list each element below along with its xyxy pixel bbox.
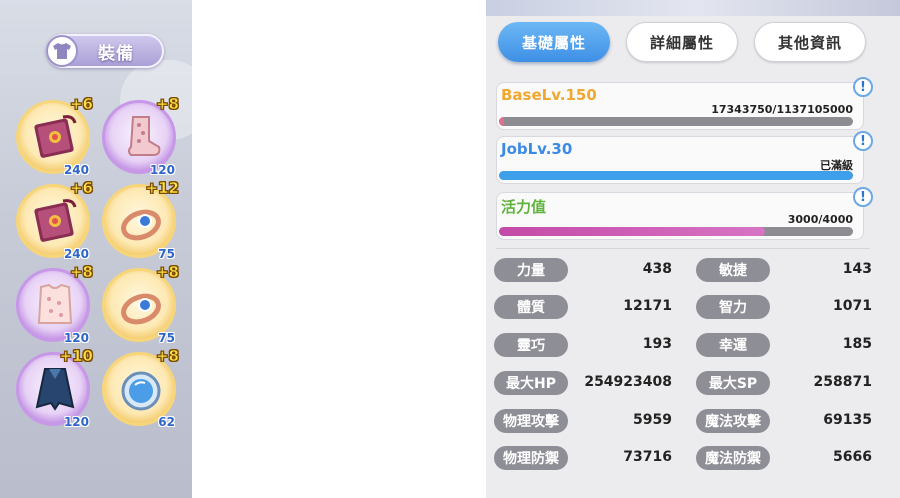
boot-icon [128,116,161,156]
equip-slot-4[interactable]: +12 75 [102,179,179,261]
job-level-title: JobLv.30 [501,140,573,158]
equip-slot-8[interactable]: +8 62 [102,347,179,429]
stat-value-int: 1071 [833,298,872,314]
character-screen: 裝備 +6 240 +8 120 +6 240 +12 75 +8 120 +8… [0,0,900,498]
item-level: 240 [63,163,89,177]
refine-level: +6 [69,179,94,198]
job-level-card: JobLv.30 已滿級 ! [496,131,873,184]
mirror-icon [121,371,161,411]
info-icon[interactable]: ! [853,77,873,97]
refine-level: +8 [69,263,94,282]
stat-label-magic-defense: 魔法防禦 [696,446,770,470]
book-icon [34,115,77,158]
tab-other-info[interactable]: 其他資訊 [754,22,866,62]
equipment-panel: 裝備 +6 240 +8 120 +6 240 +12 75 +8 120 +8… [0,0,192,498]
stat-value-dex: 193 [642,336,672,352]
refine-level: +8 [155,263,180,282]
vitality-bar [499,227,853,236]
stat-label-max-sp: 最大SP [696,371,770,395]
base-level-title: BaseLv.150 [501,86,597,104]
stat-row: 靈巧 193 幸運 185 [494,331,874,359]
stat-row: 體質 12171 智力 1071 [494,293,874,321]
stat-row: 最大HP 254923408 最大SP 258871 [494,369,874,397]
tab-basic-attributes[interactable]: 基礎屬性 [498,22,610,62]
stat-value-physical-defense: 73716 [623,449,672,465]
equipment-button-label: 裝備 [98,43,134,64]
item-level: 75 [158,331,175,345]
stat-value-str: 438 [642,261,672,277]
stat-row: 物理防禦 73716 魔法防禦 5666 [494,444,874,472]
stat-row: 物理攻擊 5959 魔法攻擊 69135 [494,407,874,435]
stat-label-vit: 體質 [494,295,568,319]
stat-label-str: 力量 [494,258,568,282]
vitality-card: 活力值 3000/4000 ! [496,187,873,240]
equipment-button[interactable]: 裝備 [46,34,164,68]
stat-label-int: 智力 [696,295,770,319]
divider [496,248,870,249]
stat-value-max-sp: 258871 [813,374,872,390]
stat-label-dex: 靈巧 [494,333,568,357]
stat-value-magic-defense: 5666 [833,449,872,465]
refine-level: +10 [59,347,93,366]
tab-label: 其他資訊 [777,33,842,52]
vitality-value: 3000/4000 [787,213,853,226]
stat-label-luk: 幸運 [696,333,770,357]
stat-value-max-hp: 254923408 [584,374,672,390]
job-exp-bar [499,171,853,180]
stat-label-magic-attack: 魔法攻擊 [696,409,770,433]
item-level: 120 [63,331,89,345]
stat-label-physical-defense: 物理防禦 [494,446,568,470]
ring-icon [121,209,161,241]
base-exp-value: 17343750/1137105000 [711,103,853,116]
base-exp-fill [499,117,505,126]
book-icon [34,199,77,242]
item-level: 240 [63,247,89,261]
stat-value-physical-attack: 5959 [633,412,672,428]
cloak-icon [35,368,75,411]
stat-value-luk: 185 [842,336,872,352]
stat-value-vit: 12171 [623,298,672,314]
tab-label: 基礎屬性 [521,33,586,52]
stat-value-magic-attack: 69135 [823,412,872,428]
job-exp-fill [499,171,853,180]
stat-label-agi: 敏捷 [696,258,770,282]
ring-icon [121,293,161,325]
item-level: 120 [63,415,89,429]
panel-top-decoration [486,0,900,16]
stat-value-agi: 143 [842,261,872,277]
stat-label-physical-attack: 物理攻擊 [494,409,568,433]
equip-slot-1[interactable]: +6 240 [16,95,93,177]
info-icon[interactable]: ! [853,131,873,151]
equip-slot-7[interactable]: +10 120 [16,347,93,429]
refine-level: +12 [145,179,179,198]
base-level-card: BaseLv.150 17343750/1137105000 ! [496,77,873,130]
item-level: 62 [158,415,175,429]
vitality-title: 活力值 [501,198,547,216]
shirt-icon [46,35,78,67]
vitality-fill [499,227,765,236]
item-level: 120 [149,163,175,177]
refine-level: +6 [69,95,94,114]
tab-label: 詳細屬性 [649,33,714,52]
equip-slot-6[interactable]: +8 75 [102,263,179,345]
stat-label-max-hp: 最大HP [494,371,568,395]
equip-slot-2[interactable]: +8 120 [102,95,179,177]
equip-slot-5[interactable]: +8 120 [16,263,93,345]
armor-icon [37,283,73,324]
refine-level: +8 [155,95,180,114]
attribute-panel: 基礎屬性 詳細屬性 其他資訊 BaseLv.150 17343750/11371… [486,0,900,498]
base-exp-bar [499,117,853,126]
stat-row: 力量 438 敏捷 143 [494,256,874,284]
equip-slot-3[interactable]: +6 240 [16,179,93,261]
info-icon[interactable]: ! [853,187,873,207]
refine-level: +8 [155,347,180,366]
item-level: 75 [158,247,175,261]
tab-detailed-attributes[interactable]: 詳細屬性 [626,22,738,62]
